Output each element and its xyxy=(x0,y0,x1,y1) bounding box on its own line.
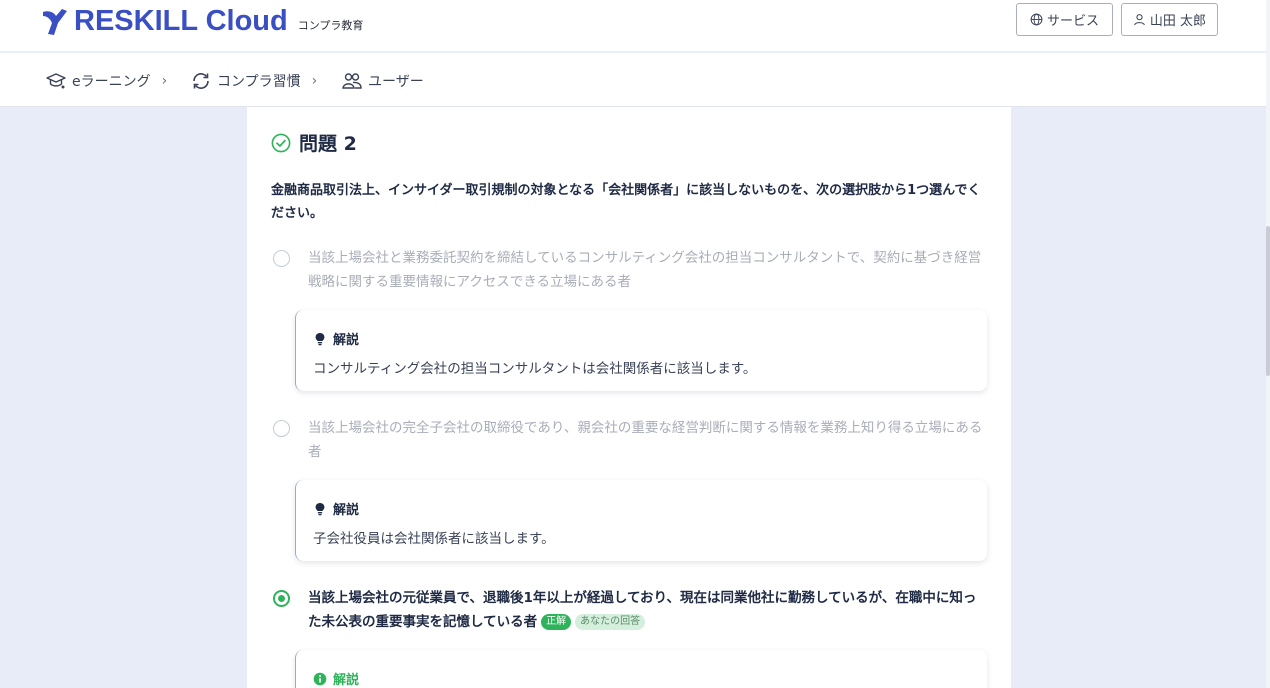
answer-option-text: 当該上場会社の元従業員で、退職後1年以上が経過しており、現在は同業他社に勤務して… xyxy=(308,586,989,634)
nav-label-compliance-habit: コンプラ習慣 xyxy=(217,74,301,90)
nav-label-elearning: eラーニング xyxy=(72,74,151,90)
radio-button[interactable] xyxy=(273,420,290,437)
chevron-right-icon: › xyxy=(311,73,318,89)
explanation-box: 解説 コンサルティング会社の担当コンサルタントは会社関係者に該当します。 xyxy=(295,310,987,391)
question-header: 問題 2 xyxy=(271,129,357,156)
explanation-title: 解説 xyxy=(333,673,360,688)
logo-text: RESKILL Cloud xyxy=(74,5,288,37)
explanation-header: 解説 xyxy=(313,329,359,348)
nav-item-elearning[interactable]: eラーニング › xyxy=(45,70,167,92)
nav-item-users[interactable]: ユーザー xyxy=(341,70,424,92)
scrollbar-thumb[interactable] xyxy=(1266,226,1270,376)
answer-option-text: 当該上場会社の完全子会社の取締役であり、親会社の重要な経営判断に関する情報を業務… xyxy=(308,420,983,460)
nav-item-compliance-habit[interactable]: コンプラ習慣 › xyxy=(190,70,317,92)
explanation-title: 解説 xyxy=(333,503,360,518)
user-name: 山田 太郎 xyxy=(1149,14,1207,29)
graduation-cap-icon xyxy=(46,73,66,89)
answer-option[interactable]: 当該上場会社と業務委託契約を締結しているコンサルティング会社の担当コンサルタント… xyxy=(273,246,989,294)
info-circle-icon xyxy=(313,672,327,685)
globe-icon xyxy=(1030,13,1043,26)
explanation-header: 解説 xyxy=(313,499,359,518)
top-header: RESKILL Cloud コンプラ教育 サービス 山田 太郎 xyxy=(0,0,1266,52)
question-card: 問題 2 金融商品取引法上、インサイダー取引規制の対象となる「会社関係者」に該当… xyxy=(247,107,1011,688)
correct-badge: 正解 xyxy=(541,614,572,630)
radio-button[interactable] xyxy=(273,250,290,267)
answer-option-text: 当該上場会社と業務委託契約を締結しているコンサルティング会社の担当コンサルタント… xyxy=(308,250,982,290)
main-nav: eラーニング › コンプラ習慣 › ユーザー xyxy=(0,53,1266,107)
users-icon xyxy=(342,73,362,89)
logo-subtitle: コンプラ教育 xyxy=(297,19,364,32)
refresh-icon xyxy=(193,73,209,89)
explanation-box: 解説 子会社役員は会社関係者に該当します。 xyxy=(295,480,987,561)
chevron-right-icon: › xyxy=(161,73,168,89)
lightbulb-icon xyxy=(315,332,325,345)
explanation-title: 解説 xyxy=(333,333,360,348)
user-menu-button[interactable]: 山田 太郎 xyxy=(1121,3,1218,36)
service-button[interactable]: サービス xyxy=(1016,3,1113,36)
explanation-box: 解説 xyxy=(295,650,987,688)
answer-option[interactable]: 当該上場会社の完全子会社の取締役であり、親会社の重要な経営判断に関する情報を業務… xyxy=(273,416,989,464)
answer-option-selected[interactable]: 当該上場会社の元従業員で、退職後1年以上が経過しており、現在は同業他社に勤務して… xyxy=(273,586,989,634)
nav-label-users: ユーザー xyxy=(368,74,424,90)
logo[interactable]: RESKILL Cloud コンプラ教育 xyxy=(40,2,363,38)
radio-button-selected[interactable] xyxy=(273,590,290,607)
user-icon xyxy=(1134,14,1145,26)
check-circle-icon xyxy=(271,133,291,152)
question-title: 問題 2 xyxy=(299,133,357,155)
explanation-text: 子会社役員は会社関係者に該当します。 xyxy=(313,531,555,547)
explanation-header: 解説 xyxy=(313,669,359,688)
your-answer-badge: あなたの回答 xyxy=(575,614,646,630)
explanation-text: コンサルティング会社の担当コンサルタントは会社関係者に該当します。 xyxy=(313,361,757,377)
reskill-logo-icon xyxy=(43,9,67,35)
lightbulb-icon xyxy=(315,502,325,515)
question-text: 金融商品取引法上、インサイダー取引規制の対象となる「会社関係者」に該当しないもの… xyxy=(271,183,981,221)
service-button-label: サービス xyxy=(1046,14,1099,29)
